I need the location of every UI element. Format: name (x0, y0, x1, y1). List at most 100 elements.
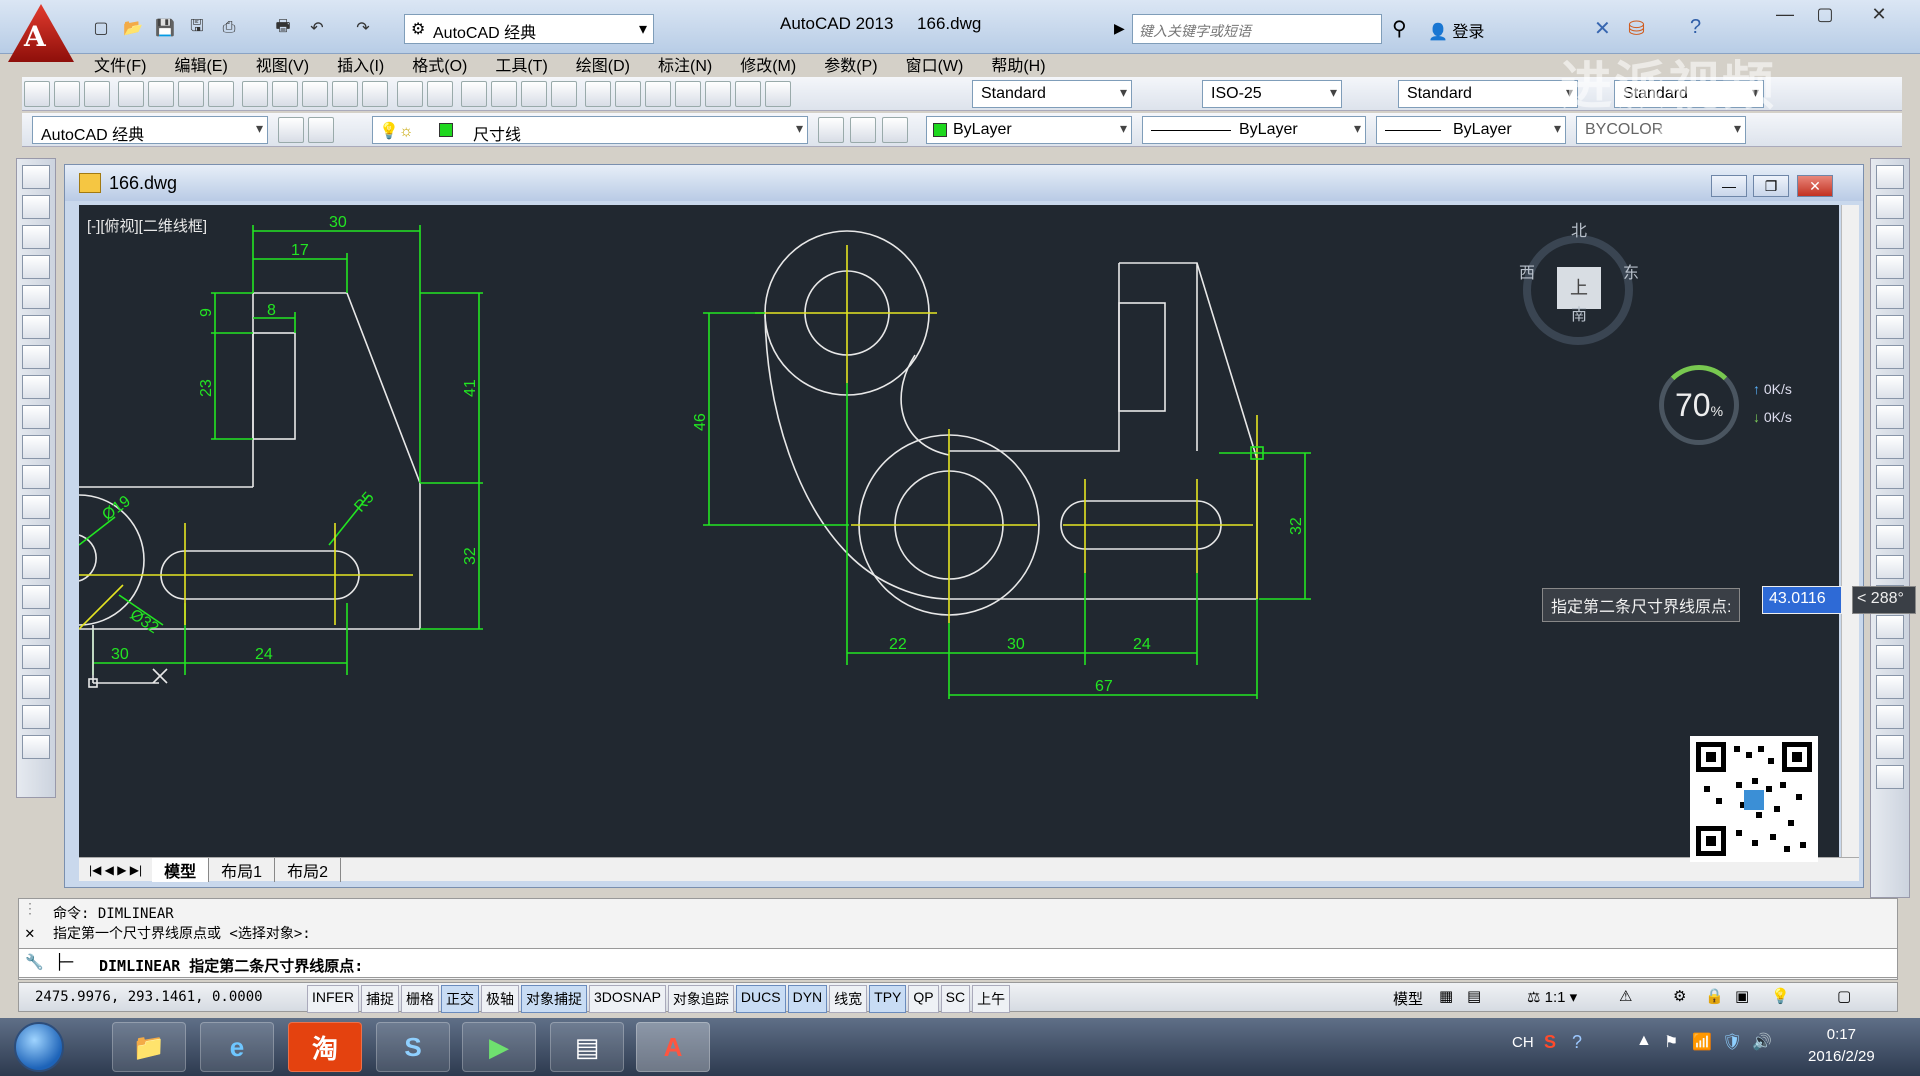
open-icon[interactable] (54, 81, 80, 107)
toggle-sc[interactable]: SC (940, 985, 971, 1013)
security-shield-icon[interactable]: 🛡 (1722, 1032, 1742, 1052)
save-as-icon[interactable]: 🖫 (184, 16, 210, 40)
add-selected-icon[interactable] (22, 735, 50, 759)
help-icon[interactable]: ? (1690, 16, 1701, 39)
offset-icon[interactable] (1876, 255, 1904, 279)
pan-icon[interactable] (460, 81, 487, 107)
workspace-settings-icon[interactable] (278, 117, 304, 143)
menu-help[interactable]: 帮助(H) (977, 50, 1059, 76)
match-properties-icon[interactable] (332, 81, 359, 107)
blend-curves-icon[interactable] (1876, 645, 1904, 669)
region-icon[interactable] (22, 645, 50, 669)
spline-icon[interactable] (22, 405, 50, 429)
toggle-tpy[interactable]: TPY (869, 985, 907, 1013)
layer-previous-icon[interactable] (850, 117, 876, 143)
dynamic-input-value[interactable]: 43.0116 (1762, 586, 1842, 614)
point-icon[interactable] (22, 555, 50, 579)
calculator-icon[interactable] (734, 81, 761, 107)
rotate-icon[interactable] (1876, 345, 1904, 369)
publish-icon[interactable] (178, 81, 205, 107)
block-editor-icon[interactable] (362, 81, 389, 107)
drawing-minimize-button[interactable]: — (1711, 175, 1747, 197)
save-icon[interactable] (84, 81, 110, 107)
layer-manager-icon[interactable] (308, 117, 334, 143)
properties-icon[interactable] (584, 81, 611, 107)
menu-file[interactable]: 文件(F) (80, 50, 160, 76)
zoom-window-icon[interactable] (520, 81, 547, 107)
compass-west[interactable]: 西 (1519, 259, 1535, 283)
line-icon[interactable] (22, 165, 50, 189)
erase-icon[interactable] (1876, 165, 1904, 189)
menu-draw[interactable]: 绘图(D) (562, 50, 644, 76)
color-dropdown[interactable]: ByLayer (926, 116, 1132, 144)
stretch-icon[interactable] (1876, 405, 1904, 429)
start-button[interactable] (14, 1022, 64, 1072)
linetype-dropdown[interactable]: ByLayer (1142, 116, 1366, 144)
action-center-flag-icon[interactable]: ⚑ (1664, 1032, 1678, 1052)
toggle-3dosnap[interactable]: 3DOSNAP (589, 985, 666, 1013)
rectangle-icon[interactable] (22, 285, 50, 309)
compass-east[interactable]: 东 (1623, 259, 1639, 283)
move-icon[interactable] (1876, 315, 1904, 339)
command-grip-icon[interactable]: ⋮ (23, 901, 37, 917)
minimize-button[interactable]: — (1768, 4, 1802, 30)
gradient-icon[interactable] (22, 615, 50, 639)
new-file-icon[interactable]: ▢ (88, 16, 114, 40)
menu-edit[interactable]: 编辑(E) (160, 50, 241, 76)
taobao-taskbar-icon[interactable]: 淘 (288, 1022, 362, 1072)
table-style-dropdown[interactable]: Standard (1398, 80, 1578, 108)
ellipse-icon[interactable] (22, 435, 50, 459)
maximize-button[interactable]: ▢ (1808, 4, 1842, 30)
draw-order-icon[interactable] (1876, 705, 1904, 729)
tab-layout2[interactable]: 布局2 (275, 857, 341, 882)
array-icon[interactable] (1876, 285, 1904, 309)
text-style-dropdown[interactable]: Standard (972, 80, 1132, 108)
close-button[interactable]: ✕ (1862, 4, 1896, 30)
help-tray-icon[interactable]: ? (1572, 1032, 1582, 1053)
multiline-text-icon[interactable] (22, 705, 50, 729)
menu-format[interactable]: 格式(O) (398, 50, 481, 76)
explode-icon[interactable] (1876, 675, 1904, 699)
model-space-canvas[interactable]: [-][俯视][二维线框] 30 17 8 9 23 41 32 Ø19 R5 … (79, 205, 1839, 857)
toggle-lineweight[interactable]: 线宽 (829, 985, 868, 1013)
expand-arrow-icon[interactable]: ▶ (1114, 20, 1125, 37)
circle-icon[interactable] (22, 345, 50, 369)
redo-tb-icon[interactable] (426, 81, 453, 107)
toggle-qp[interactable]: QP (908, 985, 939, 1013)
open-file-icon[interactable]: 📂 (120, 16, 146, 40)
workspace-dropdown[interactable]: ⚙ AutoCAD 经典 ▾ (404, 14, 654, 44)
app-store-icon[interactable]: ⛁ (1628, 16, 1645, 41)
layer-state-icon[interactable] (882, 117, 908, 143)
help-tb-icon[interactable] (764, 81, 791, 107)
command-input[interactable]: 🔧 ├─ DIMLINEAR 指定第二条尺寸界线原点: (18, 948, 1898, 978)
plot-icon[interactable] (118, 81, 145, 107)
hardware-acceleration-icon[interactable]: ▣ (1735, 987, 1749, 1005)
toggle-ortho[interactable]: 正交 (441, 985, 479, 1013)
new-icon[interactable] (24, 81, 50, 107)
undo-tb-icon[interactable] (396, 81, 423, 107)
construction-line-icon[interactable] (22, 195, 50, 219)
break-at-point-icon[interactable] (1876, 495, 1904, 519)
menu-view[interactable]: 视图(V) (242, 50, 323, 76)
preview-icon[interactable] (148, 81, 175, 107)
clean-screen-icon[interactable]: ▢ (1837, 987, 1851, 1005)
vertical-scrollbar[interactable] (1841, 205, 1859, 857)
3d-dwf-icon[interactable] (208, 81, 235, 107)
save-icon[interactable]: 💾 (152, 16, 178, 40)
tab-model[interactable]: 模型 (152, 857, 210, 882)
coordinate-readout[interactable]: 2475.9976, 293.1461, 0.0000 (35, 989, 263, 1005)
drawing-restore-button[interactable]: ❐ (1753, 175, 1789, 197)
workspace-dropdown-2[interactable]: AutoCAD 经典 (32, 116, 268, 144)
undo-icon[interactable]: ↶ (304, 16, 330, 40)
command-customize-icon[interactable]: 🔧 (25, 953, 44, 971)
compass-north[interactable]: 北 (1571, 217, 1587, 241)
model-space-button[interactable]: 模型 (1393, 988, 1423, 1009)
video-player-taskbar-icon[interactable]: ▶ (462, 1022, 536, 1072)
sogou-tray-icon[interactable]: S (1544, 1032, 1556, 1053)
tool-palettes-icon[interactable] (644, 81, 671, 107)
autocad-taskbar-icon[interactable]: A (636, 1022, 710, 1072)
make-block-icon[interactable] (22, 525, 50, 549)
toggle-dyn[interactable]: DYN (787, 985, 828, 1013)
make-current-layer-icon[interactable] (818, 117, 844, 143)
dim-style-dropdown[interactable]: ISO-25 (1202, 80, 1342, 108)
